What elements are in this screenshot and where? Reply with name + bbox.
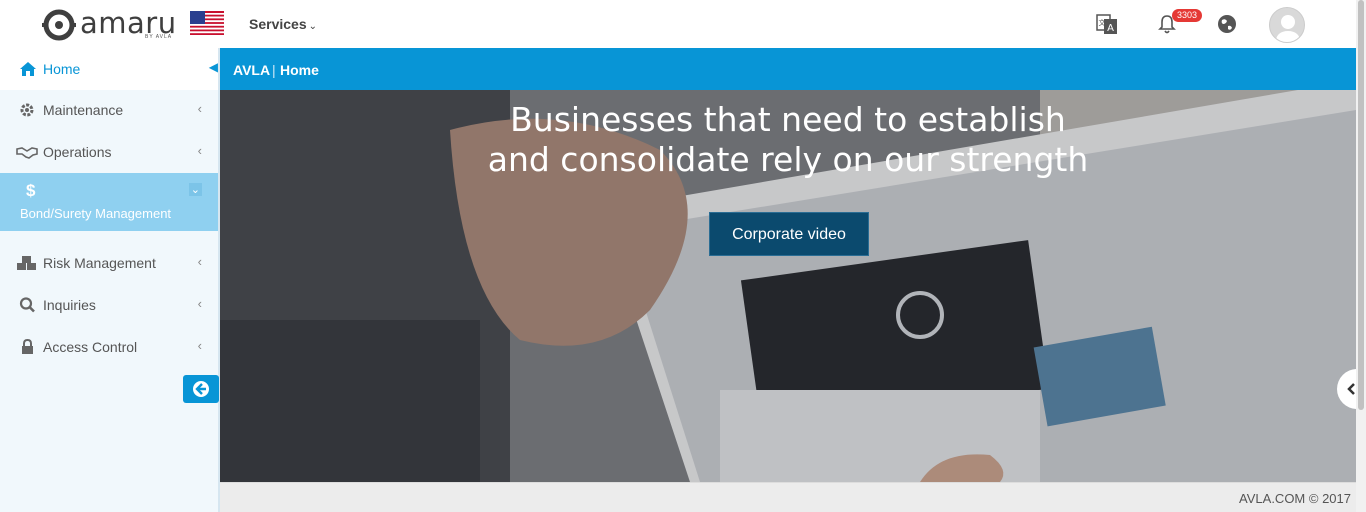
copyright-text: AVLA.COM © 2017 xyxy=(1239,491,1351,506)
dollar-icon: $ xyxy=(26,181,36,200)
carousel-prev-button[interactable] xyxy=(1337,369,1356,409)
services-menu[interactable]: Services ⌄ xyxy=(249,16,317,32)
arrow-circle-left-icon xyxy=(193,381,209,397)
sidebar-item-risk-management[interactable]: Risk Management ‹ xyxy=(0,242,218,284)
cubes-icon xyxy=(17,256,36,270)
sidebar-item-label: Maintenance xyxy=(43,102,124,118)
top-header: amaru BY AVLA Services ⌄ A 文 3303 xyxy=(0,0,1366,48)
sidebar-item-label: Access Control xyxy=(43,339,138,355)
chevron-down-icon: ⌄ xyxy=(188,183,202,196)
user-avatar[interactable] xyxy=(1269,7,1305,43)
globe-icon[interactable] xyxy=(1216,13,1238,35)
amaru-logo[interactable]: amaru BY AVLA xyxy=(42,8,176,42)
chevron-left-icon: ‹ xyxy=(197,296,202,311)
chevron-left-icon: ‹ xyxy=(197,338,202,353)
sidebar-item-home[interactable]: Home ◀ xyxy=(0,48,218,90)
chevron-left-icon: ‹ xyxy=(197,101,202,116)
footer: AVLA.COM © 2017 xyxy=(220,482,1356,512)
hero-title-line-2: and consolidate rely on our strength xyxy=(487,140,1089,179)
notification-badge: 3303 xyxy=(1172,9,1203,22)
search-icon xyxy=(19,297,35,313)
sidebar: Home ◀ Maintenance ‹ Operations ‹ $ Bond… xyxy=(0,48,220,512)
breadcrumb-root[interactable]: AVLA xyxy=(233,62,270,78)
logo-mark-icon xyxy=(42,9,76,41)
page-scrollbar[interactable] xyxy=(1356,0,1366,512)
home-icon xyxy=(20,62,36,76)
scrollbar-thumb[interactable] xyxy=(1358,0,1364,410)
handshake-icon xyxy=(16,147,38,159)
user-silhouette-icon xyxy=(1275,15,1301,42)
chevron-left-icon xyxy=(1347,383,1355,395)
chevron-left-icon: ‹ xyxy=(197,254,202,269)
sidebar-item-bond-surety[interactable]: $ Bond/Surety Management ⌄ xyxy=(0,173,218,231)
services-label: Services xyxy=(249,16,307,32)
sidebar-item-label: Operations xyxy=(43,144,112,160)
breadcrumb-current: Home xyxy=(280,62,319,78)
breadcrumb-separator: | xyxy=(272,62,276,78)
hero-banner: Businesses that need to establish and co… xyxy=(220,90,1356,482)
collapse-sidebar-button[interactable] xyxy=(183,375,219,403)
sidebar-item-label: Inquiries xyxy=(43,297,96,313)
sidebar-item-label: Home xyxy=(43,61,81,77)
hero-title-line-1: Businesses that need to establish xyxy=(510,100,1066,139)
corporate-video-button[interactable]: Corporate video xyxy=(709,212,869,256)
sidebar-item-access-control[interactable]: Access Control ‹ xyxy=(0,326,218,368)
lock-icon xyxy=(22,339,33,354)
gear-icon xyxy=(20,103,34,117)
sidebar-item-label: Risk Management xyxy=(43,255,156,271)
svg-text:文: 文 xyxy=(1099,18,1106,27)
translate-icon[interactable]: A 文 xyxy=(1096,13,1118,35)
sidebar-item-inquiries[interactable]: Inquiries ‹ xyxy=(0,284,218,326)
breadcrumb: AVLA | Home xyxy=(220,48,1356,90)
caret-left-icon: ◀ xyxy=(208,60,218,74)
chevron-left-icon: ‹ xyxy=(197,143,202,158)
us-flag-icon[interactable] xyxy=(190,11,224,35)
sidebar-item-label: Bond/Surety Management xyxy=(20,206,172,221)
svg-text:A: A xyxy=(1107,23,1114,34)
logo-subtext: BY AVLA xyxy=(145,34,173,40)
chevron-down-icon: ⌄ xyxy=(308,21,317,32)
sidebar-item-maintenance[interactable]: Maintenance ‹ xyxy=(0,89,218,131)
sidebar-item-operations[interactable]: Operations ‹ xyxy=(0,131,218,173)
